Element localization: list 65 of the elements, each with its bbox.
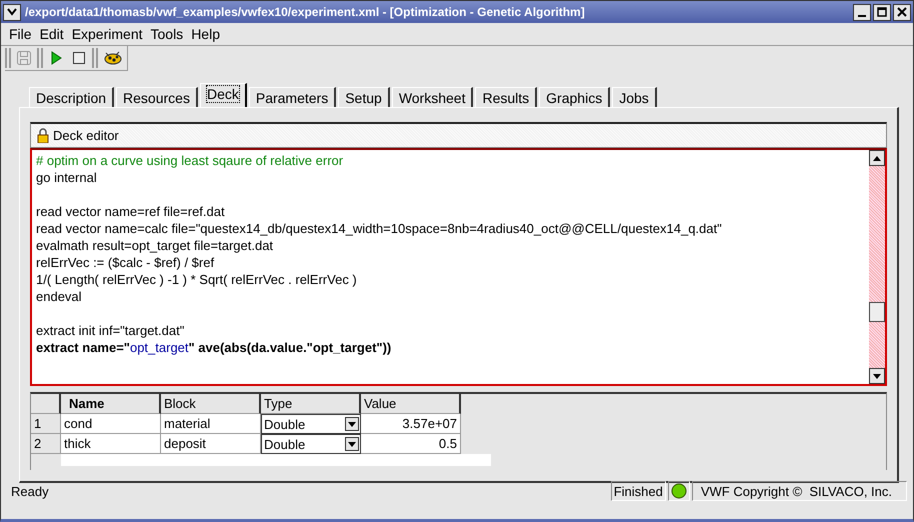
tab[interactable]: Results [475, 87, 538, 107]
table-cell: thick [61, 434, 161, 454]
maximize-icon [877, 7, 887, 17]
menu-item[interactable]: File [5, 26, 36, 42]
maximize-button[interactable] [873, 4, 891, 20]
row-number: 1 [31, 414, 61, 434]
tab[interactable]: Worksheet [392, 87, 474, 107]
menu-item[interactable]: Edit [36, 26, 68, 42]
table-cell: deposit [161, 434, 261, 454]
toolbar-handle[interactable] [92, 48, 98, 68]
code-line: endeval [36, 288, 83, 305]
chevron-down-icon [7, 8, 17, 16]
table-cell: material [161, 414, 261, 434]
column-header[interactable]: Type [261, 394, 361, 414]
status-label: Finished [610, 481, 666, 501]
minimize-icon [858, 14, 866, 16]
code-line: 1/( Length( relErrVec ) -1 ) * Sqrt( relErrVec . relErrVec ) [36, 271, 358, 288]
scrollbar-thumb[interactable] [869, 302, 885, 322]
dropdown-arrow-icon [348, 422, 356, 426]
code-line: evalmath result=opt_target file=target.dat [36, 237, 274, 254]
row-number: 2 [31, 434, 61, 454]
tab[interactable]: Jobs [612, 87, 657, 107]
code-line: go internal [36, 169, 98, 186]
dropdown-arrow-icon [348, 442, 356, 446]
copyright-text: VWF Copyright © SILVACO, Inc. [692, 481, 907, 501]
code-line: extract name="opt_target" ave(abs(da.value."opt_target")) [36, 339, 392, 356]
bug-icon[interactable] [103, 50, 123, 66]
table-cell: 0.5 [361, 434, 461, 454]
close-button[interactable] [893, 4, 911, 20]
tab[interactable]: Graphics [539, 87, 610, 107]
code-line: extract init inf="target.dat" [36, 322, 186, 339]
tab[interactable]: Setup [338, 87, 390, 107]
close-icon [897, 7, 907, 17]
column-header[interactable]: Block [161, 394, 261, 414]
panel-title: Deck editor [53, 128, 119, 143]
scroll-up-icon [873, 156, 881, 160]
code-editor[interactable] [30, 148, 887, 386]
code-line: read vector name=calc file="questex14_db/questex14_width=10space=8nb=4radius40_oct@@CELL/questex14_q.dat" [36, 220, 723, 237]
tab[interactable]: Description [29, 87, 114, 107]
menu-item[interactable]: Tools [146, 26, 188, 42]
vertical-scrollbar[interactable] [869, 150, 885, 384]
padlock-icon [37, 128, 49, 143]
type-dropdown[interactable]: Double [261, 414, 361, 434]
tab[interactable]: Deck [200, 83, 247, 107]
tab[interactable]: Resources [116, 87, 198, 107]
code-comment: # optim on a curve using least sqaure of relative error [36, 152, 344, 169]
code-line: read vector name=ref file=ref.dat [36, 203, 226, 220]
window-title: /export/data1/thomasb/vwf_examples/vwfex10/experiment.xml - [Optimization - Genetic Algorithm] [25, 5, 586, 19]
type-dropdown[interactable]: Double [261, 434, 361, 454]
toolbar-handle[interactable] [37, 48, 43, 68]
menu-item[interactable]: Experiment [68, 26, 146, 42]
column-header[interactable]: Name [61, 394, 161, 414]
tab[interactable]: Parameters [248, 87, 336, 107]
column-header[interactable]: Value [361, 394, 461, 414]
toolbar-handle[interactable] [5, 48, 11, 68]
minimize-button[interactable] [853, 4, 871, 20]
window-menu-button[interactable] [3, 4, 21, 20]
status-message: Ready [11, 484, 50, 498]
code-line: relErrVec := ($calc - $ref) / $ref [36, 254, 216, 271]
status-led-icon [670, 483, 687, 499]
menu-item[interactable]: Help [187, 26, 224, 42]
scroll-down-icon [873, 374, 881, 378]
table-cell: cond [61, 414, 161, 434]
stop-icon[interactable] [71, 50, 87, 66]
table-cell: 3.57e+07 [361, 414, 461, 434]
